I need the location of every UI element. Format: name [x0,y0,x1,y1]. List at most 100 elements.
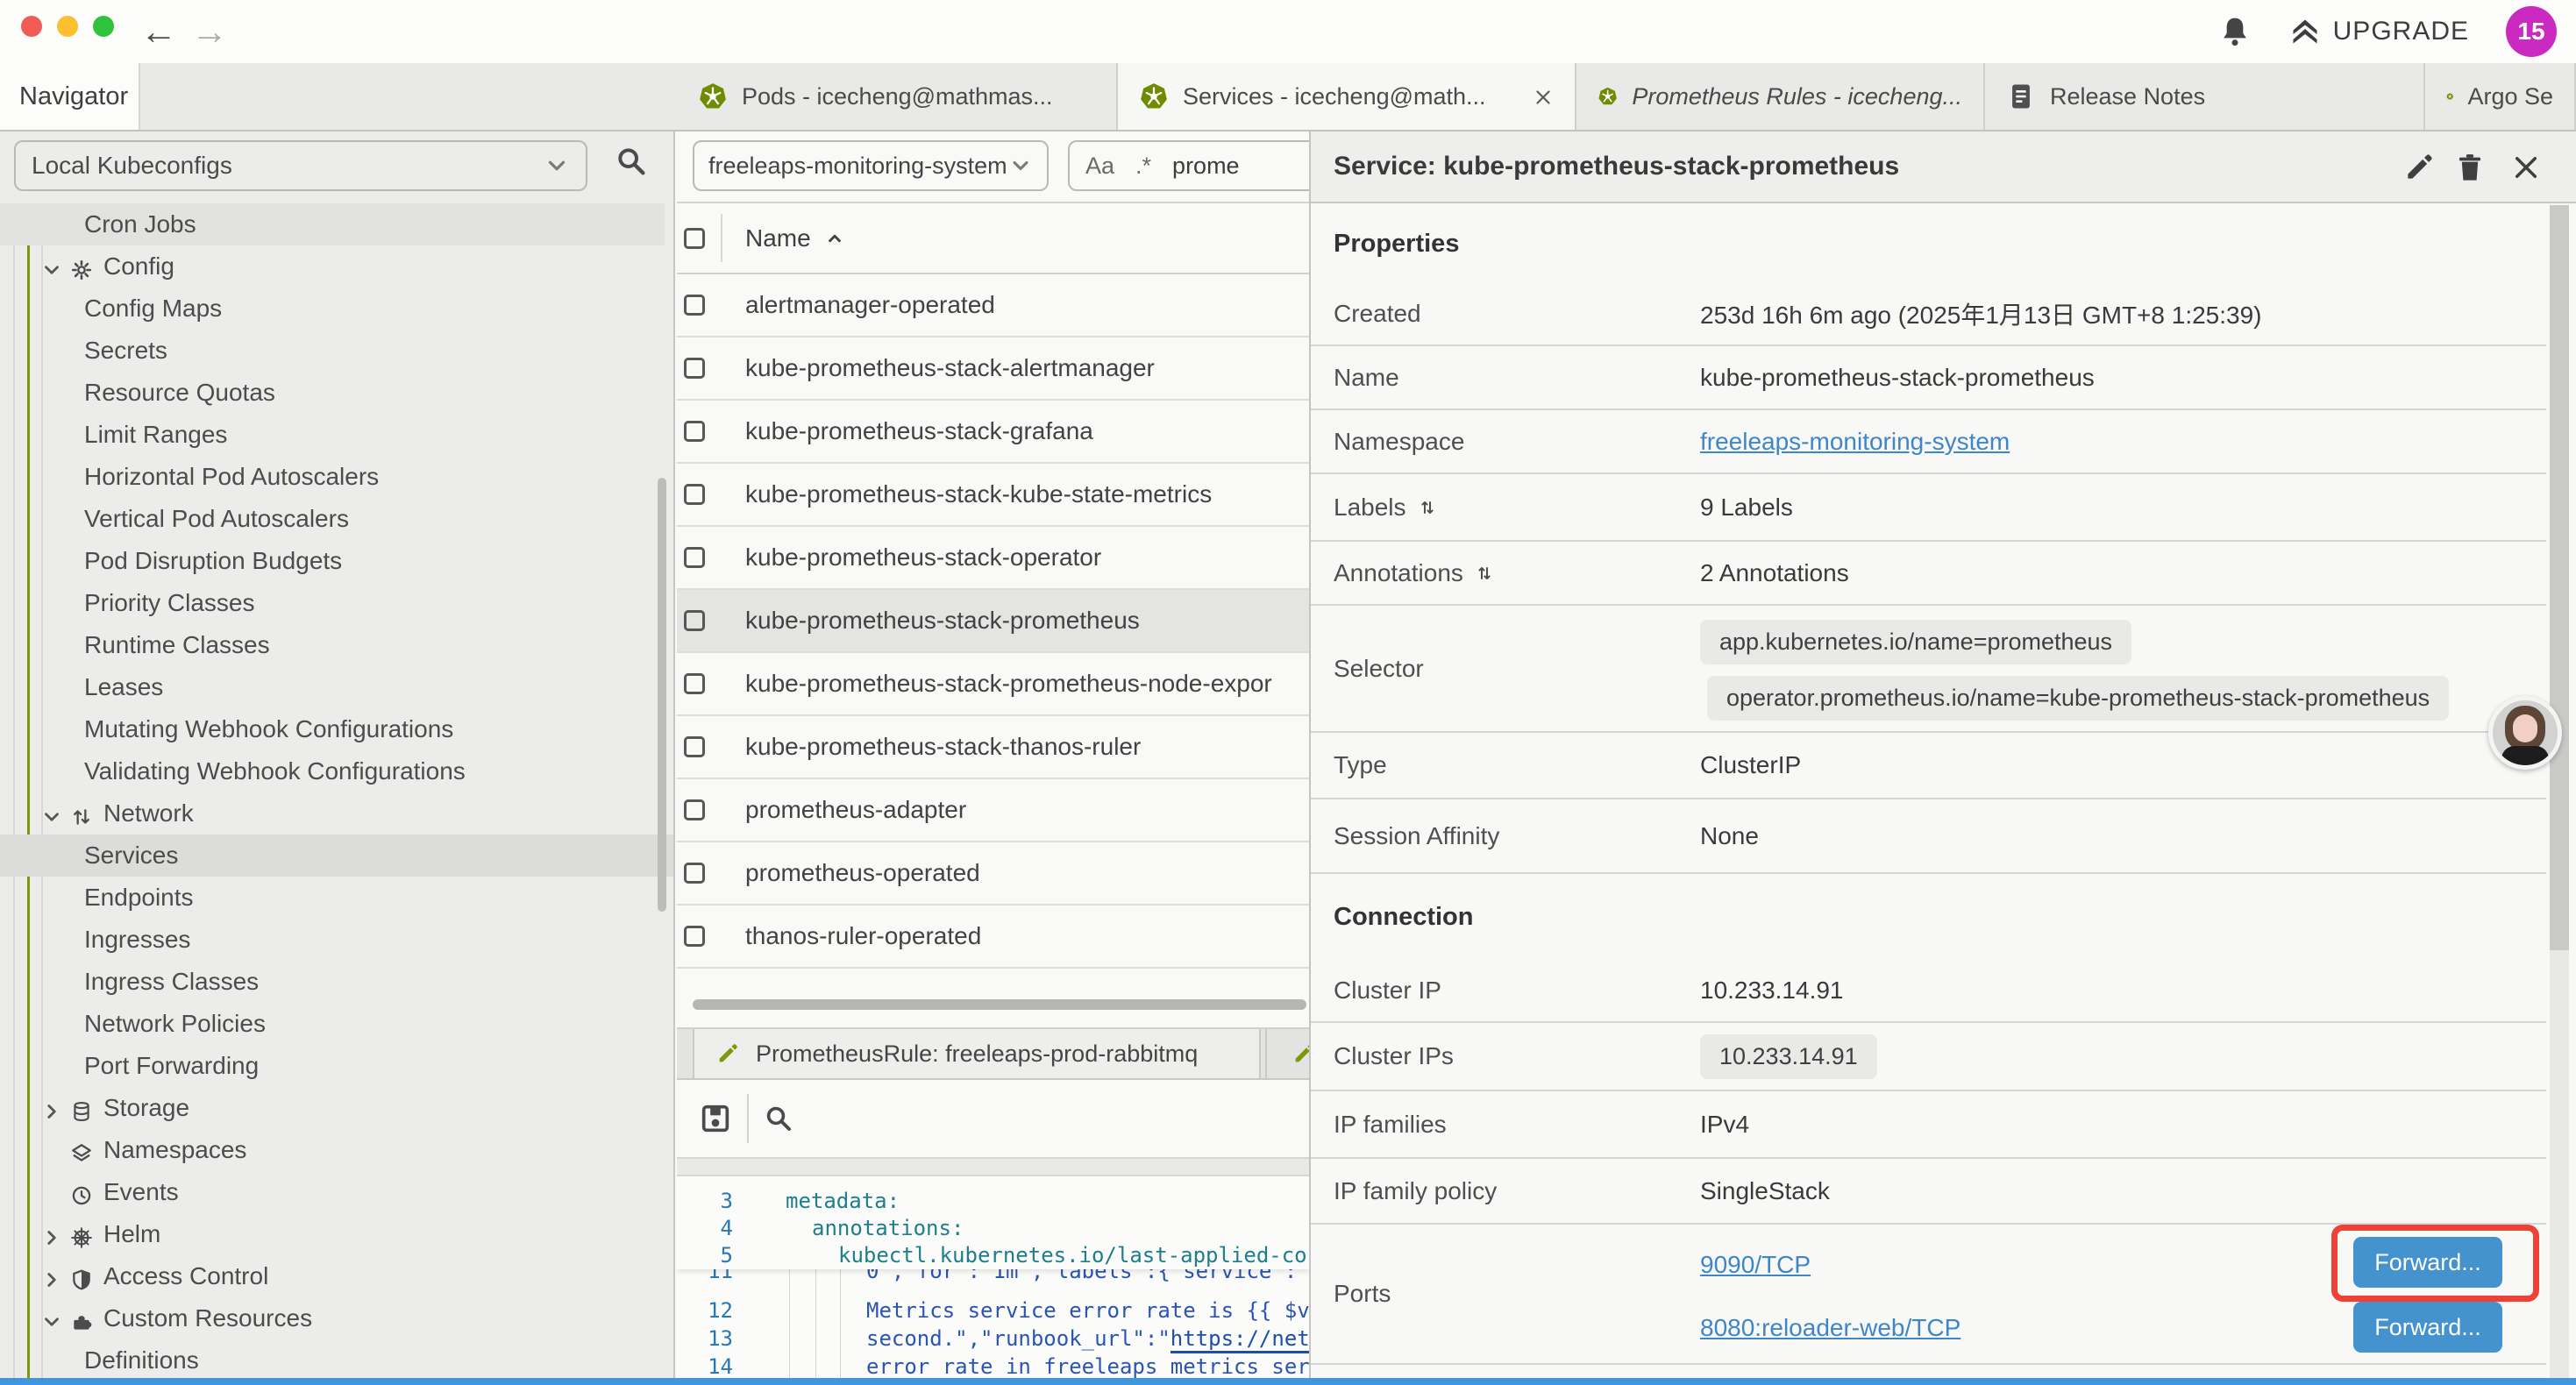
drawer-scrollbar-thumb[interactable] [2550,205,2569,950]
chevron-down-icon[interactable] [40,801,63,829]
sidebar-item-leases[interactable]: Leases [0,666,665,708]
chevron-down-icon[interactable] [40,254,63,282]
table-row[interactable]: kube-prometheus-stack-operator [677,527,1309,590]
yaml-editor[interactable]: 110","for":"1m","labels":{"service":"3me… [677,1176,1309,1378]
sidebar-item-custom-resources[interactable]: Custom Resources [0,1297,665,1339]
table-row[interactable]: kube-prometheus-stack-thanos-ruler [677,716,1309,779]
port-link[interactable]: 8080:reloader-web/TCP [1700,1314,1960,1342]
assistant-avatar[interactable] [2488,696,2562,770]
row-checkbox[interactable] [684,799,705,820]
tab-prometheus-rules-icecheng[interactable]: Prometheus Rules - icecheng... [1576,63,1985,130]
sidebar-item-events[interactable]: Events [0,1171,665,1213]
sidebar-item-network[interactable]: Network [0,792,665,835]
sidebar-item-priority-classes[interactable]: Priority Classes [0,582,665,624]
sidebar-item-secrets[interactable]: Secrets [0,330,665,372]
drawer-scrollbar-track[interactable] [2550,205,2569,1378]
table-row[interactable]: alertmanager-operated [677,274,1309,337]
delete-trash-icon[interactable] [2453,151,2487,184]
sidebar-item-runtime-classes[interactable]: Runtime Classes [0,624,665,666]
forward-arrow-icon[interactable]: → [191,11,228,53]
table-row[interactable]: kube-prometheus-stack-prometheus [677,590,1309,653]
row-checkbox[interactable] [684,484,705,505]
row-checkbox[interactable] [684,610,705,631]
editor-scroll-strip[interactable] [677,1157,1309,1176]
sidebar-item-config[interactable]: Config [0,245,665,288]
sidebar-item-mutating-webhook-configurations[interactable]: Mutating Webhook Configurations [0,708,665,750]
chevron-right-icon[interactable] [40,1096,63,1124]
row-checkbox[interactable] [684,926,705,947]
table-row[interactable]: kube-prometheus-stack-alertmanager [677,337,1309,401]
sidebar-search-icon[interactable] [614,144,649,179]
window-close-button[interactable] [21,16,42,37]
sidebar-item-ingresses[interactable]: Ingresses [0,919,665,961]
port-link[interactable]: 9090/TCP [1700,1251,1811,1279]
sidebar-item-storage[interactable]: Storage [0,1087,665,1129]
window-zoom-button[interactable] [93,16,114,37]
row-checkbox[interactable] [684,547,705,568]
close-icon[interactable] [2509,151,2543,184]
namespace-link[interactable]: freeleaps-monitoring-system [1700,428,2010,456]
sidebar-item-horizontal-pod-autoscalers[interactable]: Horizontal Pod Autoscalers [0,456,665,498]
forward-button[interactable]: Forward... [2353,1302,2502,1353]
sidebar-item-resource-quotas[interactable]: Resource Quotas [0,372,665,414]
sidebar-item-definitions[interactable]: Definitions [0,1339,665,1378]
sidebar-item-ingress-classes[interactable]: Ingress Classes [0,961,665,1003]
match-case-toggle[interactable]: Aa [1085,153,1114,180]
sidebar-item-namespaces[interactable]: Namespaces [0,1129,665,1171]
sidebar-item-limit-ranges[interactable]: Limit Ranges [0,414,665,456]
chevron-right-icon[interactable] [40,1222,63,1250]
sidebar-item-services[interactable]: Services [0,835,673,877]
chevron-down-icon[interactable] [40,1306,63,1334]
row-checkbox[interactable] [684,421,705,442]
row-checkbox[interactable] [684,863,705,884]
table-row[interactable]: kube-prometheus-stack-prometheus-node-ex… [677,653,1309,716]
tab-release-notes[interactable]: Release Notes [1985,63,2425,130]
table-row[interactable]: prometheus-adapter [677,779,1309,842]
row-checkbox[interactable] [684,358,705,379]
sidebar-item-port-forwarding[interactable]: Port Forwarding [0,1045,665,1087]
table-search-input[interactable]: Aa .* prome [1068,140,1309,191]
name-column-header[interactable]: Name [745,203,846,273]
namespace-filter-select[interactable]: freeleaps-monitoring-system [693,140,1049,191]
table-row[interactable]: kube-prometheus-stack-grafana [677,401,1309,464]
code-link[interactable]: https://net [1171,1326,1309,1353]
sidebar-item-network-policies[interactable]: Network Policies [0,1003,665,1045]
editor-search-icon[interactable] [763,1103,794,1134]
horizontal-scrollbar[interactable] [693,999,1306,1010]
chevron-right-icon[interactable] [40,1264,63,1292]
sidebar-item-config-maps[interactable]: Config Maps [0,288,665,330]
sidebar-item-pod-disruption-budgets[interactable]: Pod Disruption Budgets [0,540,665,582]
row-checkbox[interactable] [684,736,705,757]
back-arrow-icon[interactable]: ← [140,11,177,53]
navigator-panel-tab[interactable]: Navigator [0,63,140,130]
row-checkbox[interactable] [684,673,705,694]
kubeconfig-selector[interactable]: Local Kubeconfigs [14,140,587,191]
notification-bell-icon[interactable] [2217,14,2252,49]
sidebar-item-access-control[interactable]: Access Control [0,1255,665,1297]
sidebar-item-cron-jobs[interactable]: Cron Jobs [0,203,665,245]
table-row[interactable]: kube-prometheus-stack-kube-state-metrics [677,464,1309,527]
sidebar-item-validating-webhook-configurations[interactable]: Validating Webhook Configurations [0,750,665,792]
upgrade-button[interactable]: UPGRADE [2289,16,2469,47]
avatar-face [2513,714,2537,742]
sidebar-item-helm[interactable]: Helm [0,1213,665,1255]
window-minimize-button[interactable] [57,16,78,37]
kubernetes-icon [2446,82,2453,111]
close-tab-icon[interactable] [1533,83,1554,110]
update-count-badge[interactable]: 15 [2506,6,2557,57]
editor-tab-partial[interactable] [1265,1029,1309,1078]
table-row[interactable]: prometheus-operated [677,842,1309,906]
tab-services-icecheng-math[interactable]: Services - icecheng@math... [1118,63,1576,130]
tab-argo-se[interactable]: Argo Se [2425,63,2576,130]
tab-pods-icecheng-mathmas[interactable]: Pods - icecheng@mathmas... [677,63,1118,130]
save-icon[interactable] [698,1101,733,1136]
sidebar-scrollbar[interactable] [658,478,666,912]
sidebar-item-endpoints[interactable]: Endpoints [0,877,665,919]
edit-pencil-icon[interactable] [2402,151,2436,184]
editor-tab-prometheusrule[interactable]: PrometheusRule: freeleaps-prod-rabbitmq [693,1029,1261,1078]
sidebar-item-vertical-pod-autoscalers[interactable]: Vertical Pod Autoscalers [0,498,665,540]
table-row[interactable]: thanos-ruler-operated [677,906,1309,969]
select-all-checkbox[interactable] [684,228,705,249]
row-checkbox[interactable] [684,295,705,316]
regex-toggle[interactable]: .* [1135,153,1151,180]
